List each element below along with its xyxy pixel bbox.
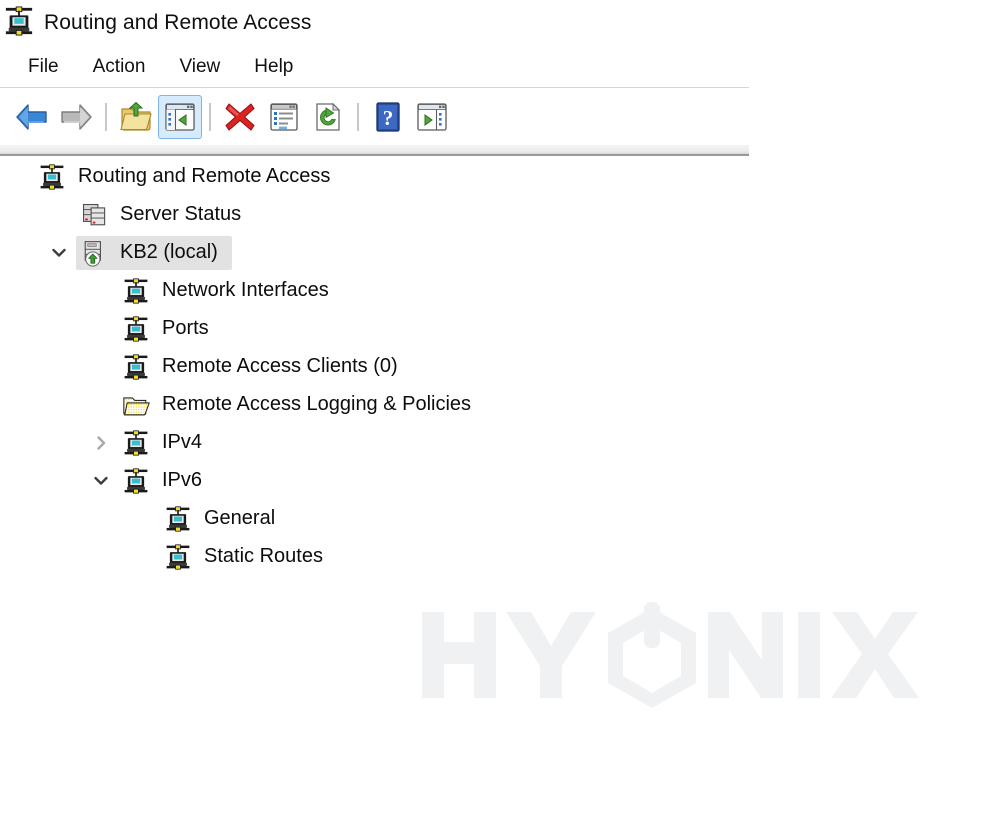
tree-node-ipv4[interactable]: IPv4 bbox=[0, 424, 749, 462]
network-computer-icon bbox=[162, 503, 194, 535]
svg-text:?: ? bbox=[383, 106, 394, 130]
properties-icon bbox=[270, 102, 298, 131]
open-folder-icon bbox=[120, 389, 152, 421]
up-folder-icon bbox=[120, 101, 152, 131]
menu-file[interactable]: File bbox=[22, 54, 65, 80]
tree-node-content[interactable]: Network Interfaces bbox=[118, 274, 343, 308]
tree-node-content[interactable]: KB2 (local) bbox=[76, 236, 232, 270]
tree-node-label: Remote Access Clients (0) bbox=[162, 355, 398, 377]
back-button[interactable] bbox=[10, 95, 54, 139]
refresh-icon bbox=[316, 102, 341, 131]
tree-node-label: General bbox=[204, 507, 276, 529]
chevron-right-icon[interactable] bbox=[84, 424, 118, 462]
menu-help[interactable]: Help bbox=[248, 54, 299, 80]
tree-node-server-status[interactable]: Server Status bbox=[0, 196, 749, 234]
help-button[interactable]: ? bbox=[366, 95, 410, 139]
toolbar-separator-2 bbox=[209, 102, 211, 131]
network-computer-icon bbox=[120, 427, 152, 459]
tree-node-content[interactable]: Server Status bbox=[76, 198, 255, 232]
tree-node-kb2-local[interactable]: KB2 (local) bbox=[0, 234, 749, 272]
server-running-icon bbox=[78, 237, 110, 269]
menu-view[interactable]: View bbox=[173, 54, 226, 80]
network-computer-icon bbox=[36, 161, 68, 193]
help-question-icon: ? bbox=[376, 101, 400, 132]
tree-node-label: Network Interfaces bbox=[162, 279, 329, 301]
console-tree-icon bbox=[165, 102, 195, 131]
tree-node-label: IPv4 bbox=[162, 431, 203, 453]
forward-arrow-icon bbox=[61, 103, 92, 130]
tree-node-general[interactable]: General bbox=[0, 500, 749, 538]
toolbar-separator-3 bbox=[357, 102, 359, 131]
chevron-down-icon[interactable] bbox=[84, 462, 118, 500]
tree-node-remote-access-clients[interactable]: Remote Access Clients (0) bbox=[0, 348, 749, 386]
tree-node-content[interactable]: Routing and Remote Access bbox=[34, 160, 344, 194]
tree-node-label: KB2 (local) bbox=[120, 241, 218, 263]
tree-node-label: Remote Access Logging & Policies bbox=[162, 393, 472, 415]
tree-node-ipv6[interactable]: IPv6 bbox=[0, 462, 749, 500]
network-computer-icon bbox=[120, 313, 152, 345]
tree-node-content[interactable]: General bbox=[160, 502, 289, 536]
tree-node-content[interactable]: Remote Access Logging & Policies bbox=[118, 388, 485, 422]
back-arrow-icon bbox=[16, 103, 47, 130]
properties-button[interactable] bbox=[262, 95, 306, 139]
toolbar-separator-1 bbox=[105, 102, 107, 131]
tree-node-content[interactable]: Remote Access Clients (0) bbox=[118, 350, 412, 384]
network-computer-icon bbox=[120, 275, 152, 307]
toolbar: ? bbox=[0, 88, 749, 145]
window-titlebar: Routing and Remote Access bbox=[0, 0, 986, 46]
tree-node-content[interactable]: Ports bbox=[118, 312, 223, 346]
tree-node-label: Server Status bbox=[120, 203, 242, 225]
tree-node-routing-and-remote-access[interactable]: Routing and Remote Access bbox=[0, 158, 749, 196]
network-computer-icon bbox=[120, 465, 152, 497]
server-stack-icon bbox=[78, 199, 110, 231]
tree-node-label: Static Routes bbox=[204, 545, 323, 567]
tree-node-network-interfaces[interactable]: Network Interfaces bbox=[0, 272, 749, 310]
delete-x-icon bbox=[225, 102, 255, 131]
window-title: Routing and Remote Access bbox=[44, 11, 312, 34]
chevron-down-icon[interactable] bbox=[42, 234, 76, 272]
export-list-icon bbox=[417, 102, 447, 131]
forward-button[interactable] bbox=[54, 95, 98, 139]
up-one-level-button[interactable] bbox=[114, 95, 158, 139]
network-computer-icon bbox=[120, 351, 152, 383]
tree-node-content[interactable]: IPv4 bbox=[118, 426, 216, 460]
tree-node-label: Ports bbox=[162, 317, 209, 339]
watermark-logo bbox=[422, 602, 919, 708]
console-tree: Routing and Remote Access Server Status KB… bbox=[0, 158, 749, 576]
network-computer-icon bbox=[162, 541, 194, 573]
tree-node-ports[interactable]: Ports bbox=[0, 310, 749, 348]
tree-node-remote-access-logging-and-policies[interactable]: Remote Access Logging & Policies bbox=[0, 386, 749, 424]
tree-node-label: Routing and Remote Access bbox=[78, 165, 331, 187]
hyonix-watermark bbox=[420, 600, 920, 710]
tree-node-static-routes[interactable]: Static Routes bbox=[0, 538, 749, 576]
toolbar-bottom-line bbox=[0, 154, 749, 156]
show-hide-console-tree-button[interactable] bbox=[158, 94, 202, 139]
tree-node-content[interactable]: IPv6 bbox=[118, 464, 216, 498]
refresh-button[interactable] bbox=[306, 95, 350, 139]
network-computer-icon bbox=[4, 5, 34, 41]
menu-action[interactable]: Action bbox=[87, 54, 152, 80]
tree-node-content[interactable]: Static Routes bbox=[160, 540, 337, 574]
delete-button[interactable] bbox=[218, 95, 262, 139]
tree-node-label: IPv6 bbox=[162, 469, 203, 491]
export-list-button[interactable] bbox=[410, 95, 454, 139]
menu-bar: File Action View Help bbox=[0, 46, 986, 88]
